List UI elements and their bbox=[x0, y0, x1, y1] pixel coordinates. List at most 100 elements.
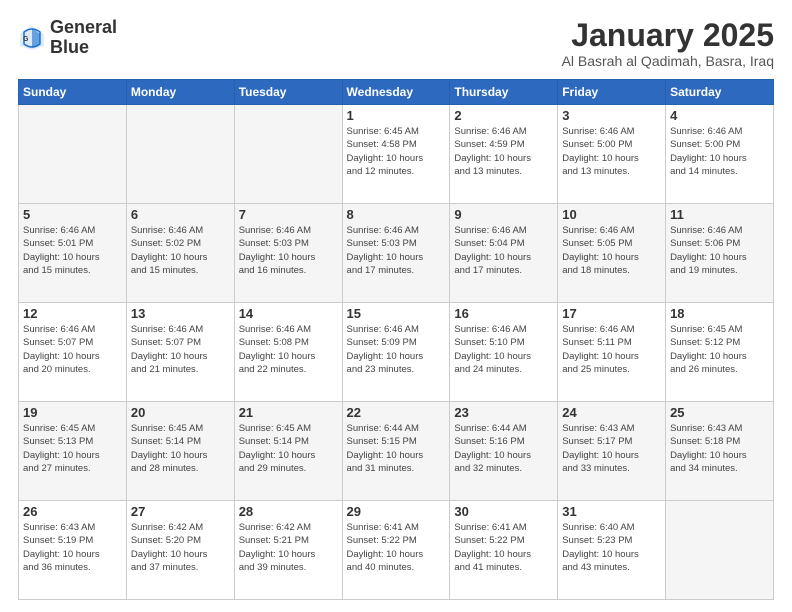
day-info: Sunrise: 6:46 AM Sunset: 5:07 PM Dayligh… bbox=[131, 323, 230, 376]
week-row-1: 1 Sunrise: 6:45 AM Sunset: 4:58 PM Daylig… bbox=[19, 105, 774, 204]
day-number: 23 bbox=[454, 405, 553, 420]
day-number: 17 bbox=[562, 306, 661, 321]
calendar-cell: 2 Sunrise: 6:46 AM Sunset: 4:59 PM Daylig… bbox=[450, 105, 558, 204]
day-number: 3 bbox=[562, 108, 661, 123]
day-info: Sunrise: 6:43 AM Sunset: 5:18 PM Dayligh… bbox=[670, 422, 769, 475]
day-number: 7 bbox=[239, 207, 338, 222]
calendar-cell: 21 Sunrise: 6:45 AM Sunset: 5:14 PM Dayli… bbox=[234, 402, 342, 501]
day-info: Sunrise: 6:46 AM Sunset: 5:03 PM Dayligh… bbox=[347, 224, 446, 277]
day-number: 6 bbox=[131, 207, 230, 222]
weekday-header-monday: Monday bbox=[126, 80, 234, 105]
month-title: January 2025 bbox=[562, 18, 774, 53]
week-row-2: 5 Sunrise: 6:46 AM Sunset: 5:01 PM Daylig… bbox=[19, 204, 774, 303]
calendar-cell: 17Sunrise: 6:46 AM Sunset: 5:11 PM Dayli… bbox=[558, 303, 666, 402]
weekday-header-row: SundayMondayTuesdayWednesdayThursdayFrid… bbox=[19, 80, 774, 105]
day-info: Sunrise: 6:46 AM Sunset: 5:00 PM Dayligh… bbox=[562, 125, 661, 178]
day-number: 18 bbox=[670, 306, 769, 321]
day-info: Sunrise: 6:44 AM Sunset: 5:16 PM Dayligh… bbox=[454, 422, 553, 475]
day-info: Sunrise: 6:45 AM Sunset: 5:14 PM Dayligh… bbox=[239, 422, 338, 475]
day-number: 25 bbox=[670, 405, 769, 420]
calendar-cell: 23 Sunrise: 6:44 AM Sunset: 5:16 PM Dayli… bbox=[450, 402, 558, 501]
calendar-cell: 12 Sunrise: 6:46 AM Sunset: 5:07 PM Dayli… bbox=[19, 303, 127, 402]
logo-icon: G bbox=[18, 24, 46, 52]
weekday-header-wednesday: Wednesday bbox=[342, 80, 450, 105]
day-number: 8 bbox=[347, 207, 446, 222]
day-info: Sunrise: 6:46 AM Sunset: 5:00 PM Dayligh… bbox=[670, 125, 769, 178]
day-info: Sunrise: 6:41 AM Sunset: 5:22 PM Dayligh… bbox=[454, 521, 553, 574]
calendar-cell bbox=[666, 501, 774, 600]
day-info: Sunrise: 6:45 AM Sunset: 5:12 PM Dayligh… bbox=[670, 323, 769, 376]
calendar-cell: 25 Sunrise: 6:43 AM Sunset: 5:18 PM Dayli… bbox=[666, 402, 774, 501]
calendar-cell: 18 Sunrise: 6:45 AM Sunset: 5:12 PM Dayli… bbox=[666, 303, 774, 402]
calendar-cell: 27Sunrise: 6:42 AM Sunset: 5:20 PM Dayli… bbox=[126, 501, 234, 600]
calendar-cell: 1 Sunrise: 6:45 AM Sunset: 4:58 PM Daylig… bbox=[342, 105, 450, 204]
title-block: January 2025 Al Basrah al Qadimah, Basra… bbox=[562, 18, 774, 69]
day-number: 19 bbox=[23, 405, 122, 420]
calendar-cell: 24Sunrise: 6:43 AM Sunset: 5:17 PM Dayli… bbox=[558, 402, 666, 501]
day-number: 29 bbox=[347, 504, 446, 519]
week-row-5: 26 Sunrise: 6:43 AM Sunset: 5:19 PM Dayli… bbox=[19, 501, 774, 600]
weekday-header-thursday: Thursday bbox=[450, 80, 558, 105]
weekday-header-saturday: Saturday bbox=[666, 80, 774, 105]
logo-general: General bbox=[50, 18, 117, 38]
calendar-cell bbox=[19, 105, 127, 204]
calendar-cell: 6 Sunrise: 6:46 AM Sunset: 5:02 PM Daylig… bbox=[126, 204, 234, 303]
day-number: 21 bbox=[239, 405, 338, 420]
calendar-cell: 10 Sunrise: 6:46 AM Sunset: 5:05 PM Dayli… bbox=[558, 204, 666, 303]
day-info: Sunrise: 6:46 AM Sunset: 4:59 PM Dayligh… bbox=[454, 125, 553, 178]
day-info: Sunrise: 6:46 AM Sunset: 5:05 PM Dayligh… bbox=[562, 224, 661, 277]
logo-blue: Blue bbox=[50, 38, 117, 58]
calendar-cell: 7Sunrise: 6:46 AM Sunset: 5:03 PM Daylig… bbox=[234, 204, 342, 303]
location: Al Basrah al Qadimah, Basra, Iraq bbox=[562, 53, 774, 69]
day-info: Sunrise: 6:41 AM Sunset: 5:22 PM Dayligh… bbox=[347, 521, 446, 574]
day-number: 13 bbox=[131, 306, 230, 321]
header: G General Blue January 2025 Al Basrah al… bbox=[18, 18, 774, 69]
day-number: 2 bbox=[454, 108, 553, 123]
day-info: Sunrise: 6:40 AM Sunset: 5:23 PM Dayligh… bbox=[562, 521, 661, 574]
day-info: Sunrise: 6:42 AM Sunset: 5:20 PM Dayligh… bbox=[131, 521, 230, 574]
day-info: Sunrise: 6:46 AM Sunset: 5:08 PM Dayligh… bbox=[239, 323, 338, 376]
calendar-cell: 15Sunrise: 6:46 AM Sunset: 5:09 PM Dayli… bbox=[342, 303, 450, 402]
day-number: 22 bbox=[347, 405, 446, 420]
day-number: 9 bbox=[454, 207, 553, 222]
day-number: 31 bbox=[562, 504, 661, 519]
day-info: Sunrise: 6:46 AM Sunset: 5:10 PM Dayligh… bbox=[454, 323, 553, 376]
day-info: Sunrise: 6:44 AM Sunset: 5:15 PM Dayligh… bbox=[347, 422, 446, 475]
calendar-cell: 11 Sunrise: 6:46 AM Sunset: 5:06 PM Dayli… bbox=[666, 204, 774, 303]
weekday-header-tuesday: Tuesday bbox=[234, 80, 342, 105]
calendar-cell: 28Sunrise: 6:42 AM Sunset: 5:21 PM Dayli… bbox=[234, 501, 342, 600]
day-info: Sunrise: 6:46 AM Sunset: 5:06 PM Dayligh… bbox=[670, 224, 769, 277]
day-number: 14 bbox=[239, 306, 338, 321]
day-number: 24 bbox=[562, 405, 661, 420]
day-info: Sunrise: 6:43 AM Sunset: 5:19 PM Dayligh… bbox=[23, 521, 122, 574]
calendar-cell: 31 Sunrise: 6:40 AM Sunset: 5:23 PM Dayli… bbox=[558, 501, 666, 600]
calendar-cell: 26 Sunrise: 6:43 AM Sunset: 5:19 PM Dayli… bbox=[19, 501, 127, 600]
logo-text: General Blue bbox=[50, 18, 117, 58]
day-number: 15 bbox=[347, 306, 446, 321]
calendar-cell: 8 Sunrise: 6:46 AM Sunset: 5:03 PM Daylig… bbox=[342, 204, 450, 303]
day-number: 4 bbox=[670, 108, 769, 123]
calendar-cell: 9Sunrise: 6:46 AM Sunset: 5:04 PM Daylig… bbox=[450, 204, 558, 303]
day-info: Sunrise: 6:42 AM Sunset: 5:21 PM Dayligh… bbox=[239, 521, 338, 574]
day-info: Sunrise: 6:46 AM Sunset: 5:01 PM Dayligh… bbox=[23, 224, 122, 277]
day-number: 30 bbox=[454, 504, 553, 519]
calendar-cell: 22 Sunrise: 6:44 AM Sunset: 5:15 PM Dayli… bbox=[342, 402, 450, 501]
day-info: Sunrise: 6:45 AM Sunset: 4:58 PM Dayligh… bbox=[347, 125, 446, 178]
day-info: Sunrise: 6:46 AM Sunset: 5:02 PM Dayligh… bbox=[131, 224, 230, 277]
day-number: 1 bbox=[347, 108, 446, 123]
calendar-cell: 4 Sunrise: 6:46 AM Sunset: 5:00 PM Daylig… bbox=[666, 105, 774, 204]
calendar-cell bbox=[126, 105, 234, 204]
day-info: Sunrise: 6:45 AM Sunset: 5:14 PM Dayligh… bbox=[131, 422, 230, 475]
calendar-cell: 29 Sunrise: 6:41 AM Sunset: 5:22 PM Dayli… bbox=[342, 501, 450, 600]
day-number: 16 bbox=[454, 306, 553, 321]
calendar-cell: 19Sunrise: 6:45 AM Sunset: 5:13 PM Dayli… bbox=[19, 402, 127, 501]
day-number: 10 bbox=[562, 207, 661, 222]
week-row-3: 12 Sunrise: 6:46 AM Sunset: 5:07 PM Dayli… bbox=[19, 303, 774, 402]
day-number: 5 bbox=[23, 207, 122, 222]
day-number: 26 bbox=[23, 504, 122, 519]
calendar-cell: 16 Sunrise: 6:46 AM Sunset: 5:10 PM Dayli… bbox=[450, 303, 558, 402]
day-info: Sunrise: 6:46 AM Sunset: 5:07 PM Dayligh… bbox=[23, 323, 122, 376]
day-number: 11 bbox=[670, 207, 769, 222]
day-number: 12 bbox=[23, 306, 122, 321]
week-row-4: 19Sunrise: 6:45 AM Sunset: 5:13 PM Dayli… bbox=[19, 402, 774, 501]
